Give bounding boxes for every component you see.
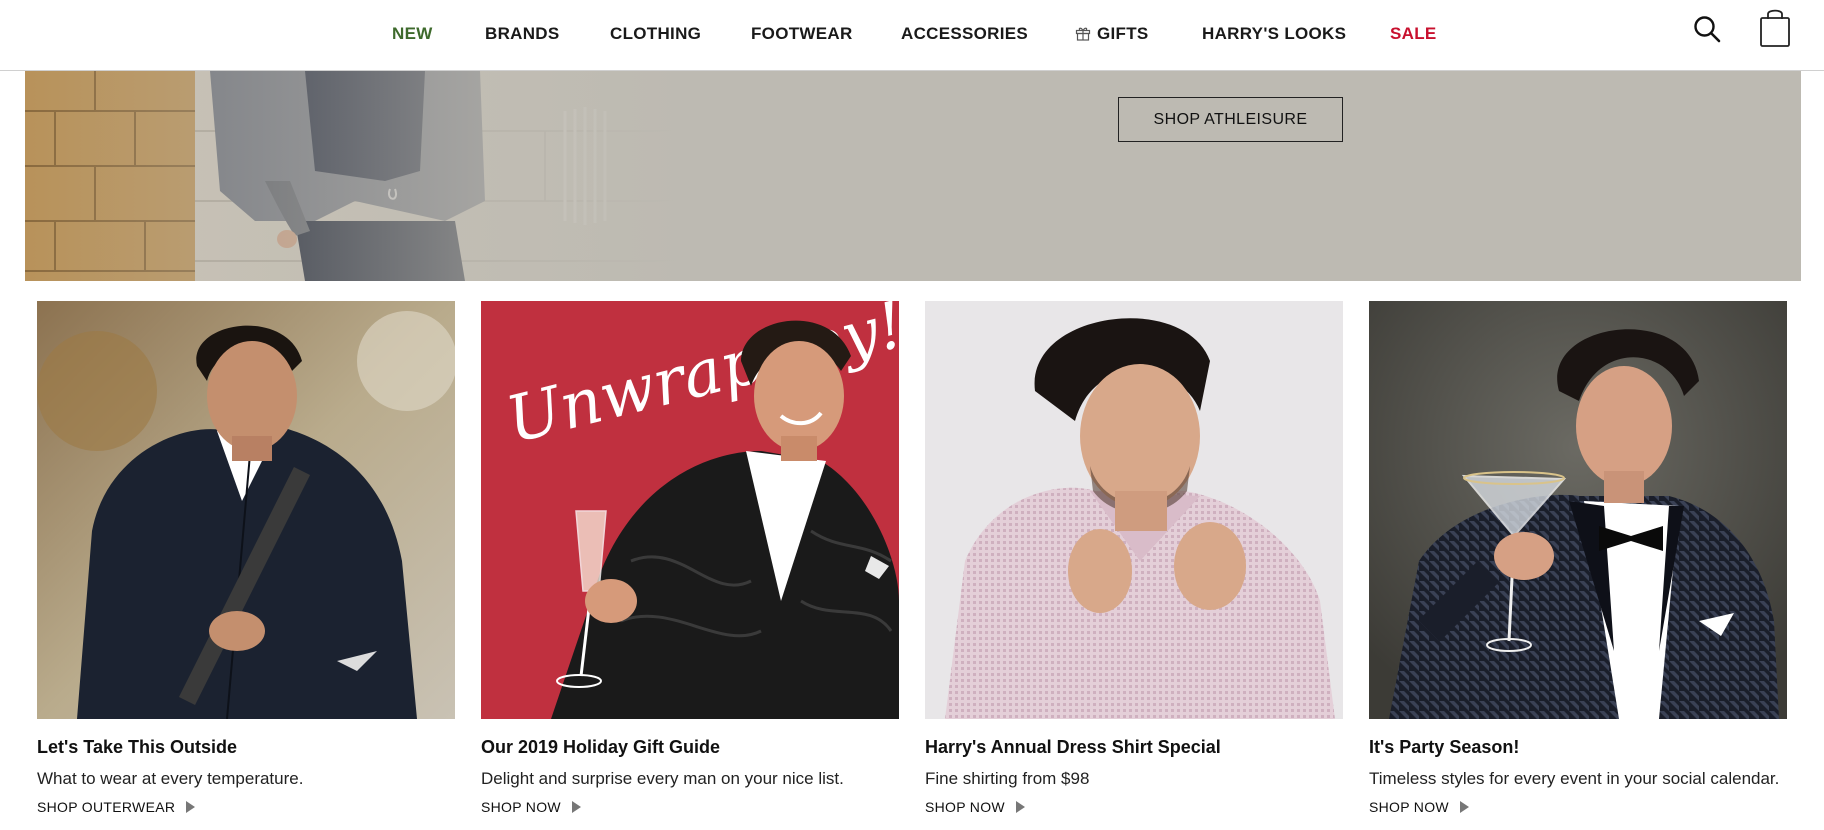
shop-now-link[interactable]: SHOP NOW [481,799,581,815]
nav-item-clothing[interactable]: CLOTHING [610,24,701,44]
link-label: SHOP NOW [925,799,1005,815]
play-arrow-icon [186,801,196,813]
play-arrow-icon [1015,801,1025,813]
play-arrow-icon [1459,801,1469,813]
party-season-photo[interactable] [1369,301,1787,719]
nav-item-gifts-label: GIFTS [1097,24,1149,43]
shopping-bag-icon[interactable] [1758,6,1792,48]
card-title: Let's Take This Outside [37,737,237,757]
promo-card-dress-shirt: Harry's Annual Dress Shirt Special Fine … [925,301,1343,817]
nav-item-accessories[interactable]: ACCESSORIES [901,24,1028,44]
hero-photo [25,71,685,281]
card-subtitle: Timeless styles for every event in your … [1369,769,1780,788]
card-title: It's Party Season! [1369,737,1520,757]
top-navigation: NEW BRANDS CLOTHING FOOTWEAR ACCESSORIES… [0,0,1824,71]
shop-outerwear-link[interactable]: SHOP OUTERWEAR [37,799,196,815]
promo-card-holiday-gift-guide: Unwrap Joy! Our 2019 Holiday Gift Guide … [481,301,899,817]
gift-icon [1075,27,1091,41]
outerwear-photo[interactable] [37,301,455,719]
card-title: Our 2019 Holiday Gift Guide [481,737,721,757]
shop-now-link[interactable]: SHOP NOW [1369,799,1469,815]
link-label: SHOP OUTERWEAR [37,799,176,815]
card-subtitle: Delight and surprise every man on your n… [481,769,844,788]
card-subtitle: What to wear at every temperature. [37,769,304,788]
search-icon[interactable] [1692,14,1722,44]
nav-item-new[interactable]: NEW [392,24,433,44]
card-title: Harry's Annual Dress Shirt Special [925,737,1221,757]
nav-item-gifts[interactable]: GIFTS [1075,24,1149,44]
dress-shirt-photo[interactable] [925,301,1343,719]
nav-item-brands[interactable]: BRANDS [485,24,560,44]
play-arrow-icon [571,801,581,813]
link-label: SHOP NOW [1369,799,1449,815]
nav-item-footwear[interactable]: FOOTWEAR [751,24,853,44]
link-label: SHOP NOW [481,799,561,815]
holiday-gift-guide-photo[interactable]: Unwrap Joy! [481,301,899,719]
nav-item-harrys-looks[interactable]: HARRY'S LOOKS [1202,24,1346,44]
promo-card-party-season: It's Party Season! Timeless styles for e… [1369,301,1787,817]
nav-item-sale[interactable]: SALE [1390,24,1437,44]
shop-athleisure-button[interactable]: SHOP ATHLEISURE [1118,97,1343,142]
promo-card-outerwear: Let's Take This Outside What to wear at … [37,301,455,817]
main-menu: NEW BRANDS CLOTHING FOOTWEAR ACCESSORIES… [0,0,1824,71]
hero-banner: SHOP ATHLEISURE [25,71,1801,281]
shop-now-link[interactable]: SHOP NOW [925,799,1025,815]
card-subtitle: Fine shirting from $98 [925,769,1090,788]
